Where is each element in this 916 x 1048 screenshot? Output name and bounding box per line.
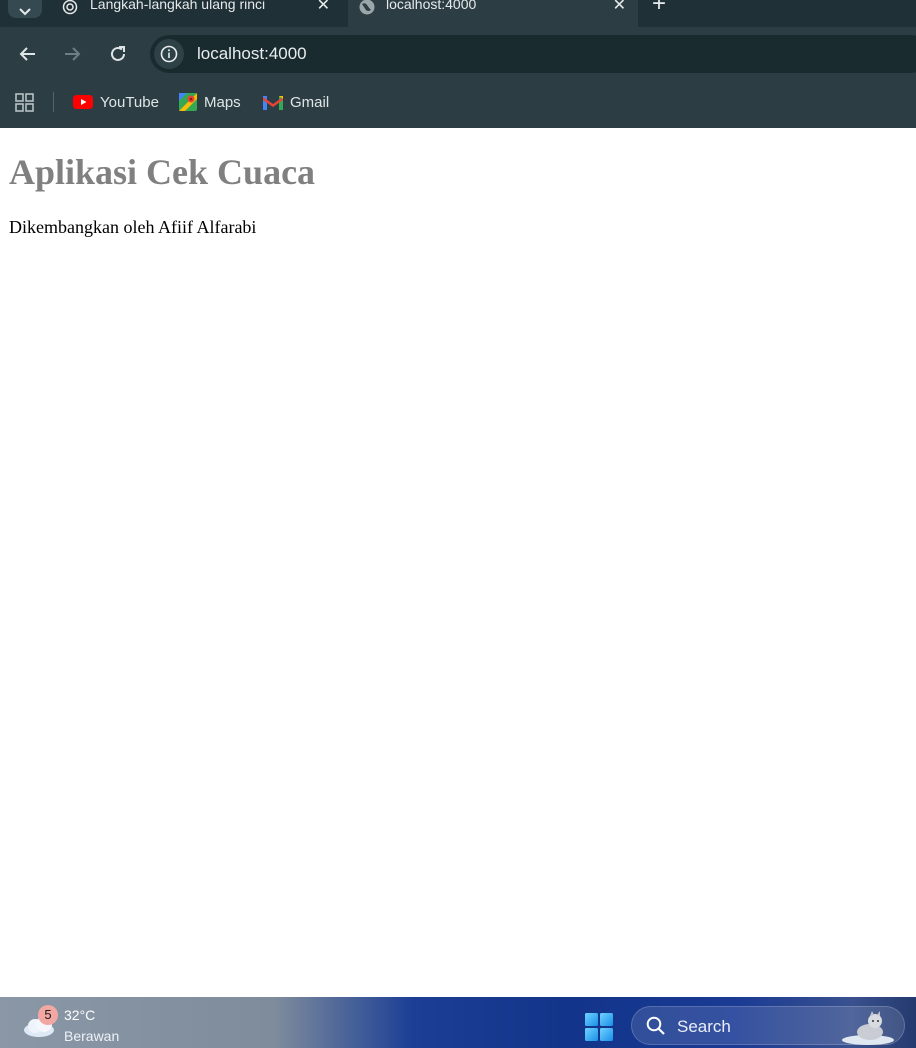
address-bar[interactable]: localhost:4000	[150, 35, 916, 73]
taskbar-search[interactable]: Search	[631, 1006, 905, 1045]
windows-start-icon[interactable]	[584, 1012, 614, 1042]
info-icon	[160, 45, 178, 63]
maps-icon	[179, 93, 197, 111]
browser-toolbar: localhost:4000	[0, 27, 916, 79]
bookmark-gmail[interactable]: Gmail	[263, 92, 329, 112]
search-icon	[646, 1016, 665, 1035]
url-text: localhost:4000	[197, 44, 307, 63]
bookmark-maps[interactable]: Maps	[179, 92, 241, 112]
taskbar: 5 32°C Berawan Search	[0, 997, 916, 1048]
page-title: Aplikasi Cek Cuaca	[9, 152, 316, 192]
weather-description: Berawan	[64, 1028, 120, 1044]
bookmark-label: YouTube	[100, 93, 159, 111]
tab-title: localhost:4000	[386, 0, 477, 12]
reload-icon[interactable]	[106, 42, 130, 66]
forward-icon[interactable]	[60, 42, 84, 66]
close-icon[interactable]: ✕	[317, 0, 330, 15]
close-icon[interactable]: ✕	[613, 0, 626, 15]
gmail-icon	[263, 95, 283, 110]
tab-strip: Langkah-langkah ulang rinci ✕ localhost:…	[0, 0, 916, 27]
page-subtitle: Dikembangkan oleh Afiif Alfarabi	[9, 217, 257, 237]
back-icon[interactable]	[16, 42, 40, 66]
site-info-button[interactable]	[154, 39, 184, 69]
tab-title: Langkah-langkah ulang rinci	[90, 0, 266, 12]
bookmark-youtube[interactable]: YouTube	[73, 92, 159, 112]
chevron-down-icon	[19, 8, 31, 16]
bookmark-label: Gmail	[290, 93, 330, 111]
new-tab-button[interactable]: +	[652, 0, 666, 18]
bookmark-label: Maps	[204, 93, 241, 111]
bookmarks-bar: YouTube Maps Gmail	[0, 79, 916, 128]
tab-inactive[interactable]: Langkah-langkah ulang rinci ✕	[52, 0, 342, 27]
weather-temperature: 32°C	[64, 1007, 96, 1023]
tab-search-button[interactable]	[8, 0, 42, 18]
tab-active[interactable]: localhost:4000 ✕	[348, 0, 638, 27]
bookmarks-divider	[53, 92, 54, 112]
weather-badge: 5	[38, 1005, 58, 1025]
apps-grid-icon[interactable]	[15, 93, 34, 112]
youtube-icon	[73, 95, 93, 109]
search-placeholder: Search	[677, 1017, 731, 1036]
openai-icon	[62, 0, 78, 15]
search-highlight-icon	[842, 1011, 894, 1045]
globe-icon	[359, 0, 375, 15]
